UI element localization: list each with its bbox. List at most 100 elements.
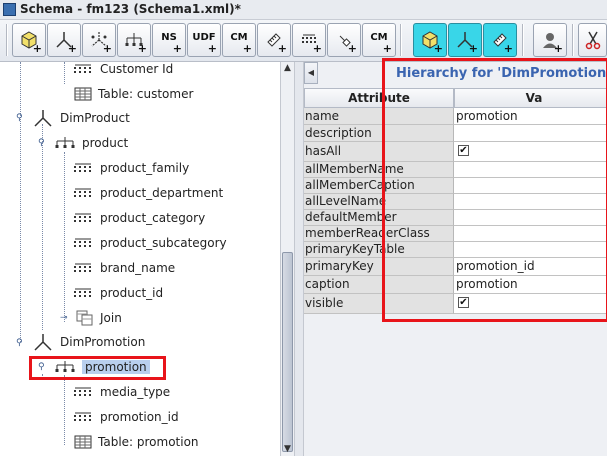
hierarchy-icon (55, 137, 75, 148)
toolbar-separator (572, 24, 574, 56)
highlight-box (29, 356, 166, 380)
tree-node-label: product_family (100, 161, 190, 175)
plus-icon: + (312, 42, 322, 55)
tree-node-dimproduct[interactable]: DimProduct (32, 108, 130, 128)
scissors-icon (585, 31, 600, 50)
tree-node-join[interactable]: Join (76, 308, 122, 328)
add-calculated-member-label: CM (230, 31, 248, 43)
add-dimension-usage-button[interactable]: + (82, 23, 116, 57)
tree-node-dimpromotion[interactable]: DimPromotion (32, 332, 145, 352)
plus-icon: + (503, 42, 513, 55)
tree-node-label: product_category (100, 211, 206, 225)
tree-node-label: product_department (100, 186, 224, 200)
add-calculated-member-button[interactable]: CM + (222, 23, 256, 57)
tree-node-label: promotion_id (100, 410, 179, 424)
scrollbar-thumb[interactable] (282, 252, 293, 452)
plus-icon: + (67, 42, 77, 55)
tree-node-label: media_type (100, 385, 171, 399)
add-virtual-cube-button[interactable]: + (413, 23, 447, 57)
expand-toggle-icon[interactable]: ⚲ (16, 339, 25, 348)
plus-icon: + (553, 42, 563, 55)
scroll-up-icon[interactable]: ▲ (281, 62, 294, 75)
split-pane-divider[interactable] (294, 62, 304, 456)
tree-node-label: product_subcategory (100, 236, 227, 250)
expand-toggle-icon[interactable]: ⚲ (16, 114, 25, 123)
add-hierarchy-button[interactable]: + (117, 23, 151, 57)
tree-node-product-category[interactable]: product_category (72, 208, 205, 228)
table-icon (74, 87, 92, 101)
level-icon (74, 263, 91, 272)
plus-icon: + (468, 42, 478, 55)
plus-icon: + (102, 42, 112, 55)
join-icon (76, 310, 93, 326)
tree-guide (64, 62, 65, 84)
tree-node-media-type[interactable]: media_type (72, 382, 170, 402)
tree-guide (42, 124, 43, 330)
tree-node-label: brand_name (100, 261, 176, 275)
add-virtual-measure-button[interactable]: + (483, 23, 517, 57)
schema-tree[interactable]: Customer Id Table: customer ⚲ DimProduct… (0, 62, 280, 456)
plus-icon: + (137, 42, 147, 55)
add-cm-property-button[interactable]: CM + (362, 23, 396, 57)
tree-node-product-subcategory[interactable]: product_subcategory (72, 233, 227, 253)
tree-node-product-family[interactable]: product_family (72, 158, 189, 178)
dimension-icon (34, 110, 52, 127)
toolbar-separator (522, 24, 524, 56)
table-icon (74, 435, 92, 449)
cut-button[interactable] (578, 23, 607, 57)
tree-node-label: DimPromotion (60, 335, 146, 349)
tree-node-promotion-id[interactable]: promotion_id (72, 407, 179, 427)
highlight-box (382, 58, 607, 322)
tree-node-product-hierarchy[interactable]: product (54, 133, 128, 153)
collapse-left-icon[interactable]: ◀ (304, 62, 318, 84)
plus-icon: + (242, 42, 252, 55)
toolbar: + + + + NS + UDF + CM + + + + CM + + + +… (0, 20, 607, 62)
tree-node-label: DimProduct (60, 111, 130, 125)
dimension-icon (34, 334, 52, 351)
add-measure-button[interactable]: + (257, 23, 291, 57)
tree-guide (20, 62, 21, 342)
add-named-set-label: NS (161, 31, 177, 43)
expand-toggle-icon[interactable]: ⊸ (60, 314, 69, 323)
plus-icon: + (382, 42, 392, 55)
scroll-down-icon[interactable]: ▼ (281, 443, 294, 456)
tree-node-table-customer[interactable]: Table: customer (74, 84, 193, 104)
add-property-button[interactable]: + (327, 23, 361, 57)
tree-node-product-id[interactable]: product_id (72, 283, 163, 303)
window-title: Schema - fm123 (Schema1.xml)* (20, 2, 241, 16)
tree-node-label: Customer Id (100, 62, 174, 76)
tree-scrollbar[interactable]: ▲ ▼ (280, 62, 294, 456)
plus-icon: + (172, 42, 182, 55)
tree-node-product-department[interactable]: product_department (72, 183, 223, 203)
add-udf-button[interactable]: UDF + (187, 23, 221, 57)
add-udf-label: UDF (192, 31, 216, 43)
add-named-set-button[interactable]: NS + (152, 23, 186, 57)
tree-guide (64, 375, 65, 445)
properties-panel: ◀ Hierarchy for 'DimPromotion' D Attribu… (304, 58, 607, 456)
add-dimension-button[interactable]: + (47, 23, 81, 57)
tree-node-table-promotion[interactable]: Table: promotion (74, 432, 199, 452)
add-cm-property-label: CM (370, 31, 388, 43)
add-level-button[interactable]: + (292, 23, 326, 57)
level-icon (74, 412, 91, 421)
plus-icon: + (207, 42, 217, 55)
tree-node-brand-name[interactable]: brand_name (72, 258, 175, 278)
level-icon (74, 288, 91, 297)
add-cube-button[interactable]: + (12, 23, 46, 57)
plus-icon: + (277, 42, 287, 55)
expand-toggle-icon[interactable]: ⚲ (38, 139, 47, 148)
app-icon (3, 3, 16, 16)
level-icon (74, 213, 91, 222)
add-virtual-dimension-button[interactable]: + (448, 23, 482, 57)
plus-icon: + (347, 42, 357, 55)
level-icon (74, 387, 91, 396)
plus-icon: + (433, 42, 443, 55)
level-icon (74, 163, 91, 172)
add-role-button[interactable]: + (533, 23, 567, 57)
level-icon (74, 64, 91, 73)
window-title-bar: Schema - fm123 (Schema1.xml)* (0, 0, 607, 20)
tree-guide (64, 152, 65, 322)
level-icon (74, 188, 91, 197)
tree-node-customer-id[interactable]: Customer Id (72, 62, 173, 79)
plus-icon: + (32, 42, 42, 55)
